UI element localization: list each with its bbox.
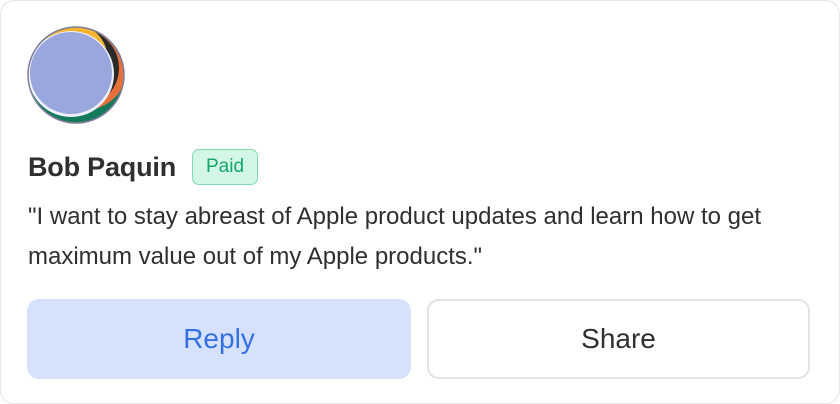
user-quote: "I want to stay abreast of Apple product… — [28, 203, 761, 270]
testimonial-card: Bob Paquin Paid "I want to stay abreast … — [0, 0, 840, 404]
user-name: Bob Paquin — [28, 151, 176, 182]
share-button[interactable]: Share — [427, 299, 810, 379]
reply-button[interactable]: Reply — [27, 299, 411, 379]
name-row: Bob Paquin Paid — [28, 147, 259, 187]
avatar-image — [27, 26, 125, 124]
status-badge: Paid — [192, 149, 259, 185]
avatar — [27, 26, 125, 124]
